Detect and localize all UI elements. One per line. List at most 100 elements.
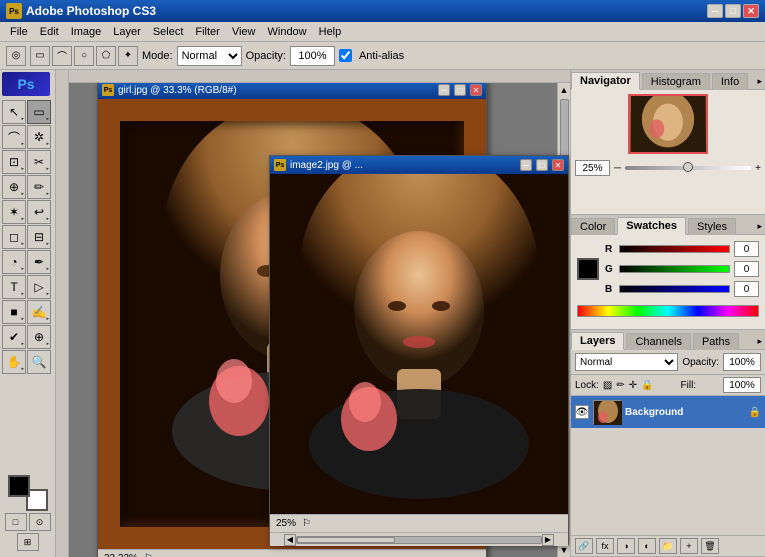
fg-bg-color-picker[interactable] [8, 475, 48, 511]
custom-shape-icon[interactable]: ✦ [118, 46, 138, 66]
menu-file[interactable]: File [4, 24, 34, 40]
tab-styles[interactable]: Styles [688, 218, 736, 235]
blue-value[interactable] [734, 281, 759, 297]
lock-transparency-icon[interactable]: ▨ [603, 380, 612, 391]
zoom-tool[interactable]: ⊕▸ [27, 325, 51, 349]
tab-paths[interactable]: Paths [693, 333, 739, 350]
color-panel-menu[interactable]: ▸ [754, 219, 765, 234]
nav-zoom-input[interactable] [575, 160, 610, 176]
doc1-maximize[interactable]: □ [454, 84, 466, 96]
layer-background-row[interactable]: 👁 Background 🔒 [571, 396, 765, 428]
type-tool[interactable]: T▸ [2, 275, 26, 299]
tool-preset-icon[interactable]: ◎ [6, 46, 26, 66]
shape-tool[interactable]: ■▸ [2, 300, 26, 324]
layer-visibility-toggle[interactable]: 👁 [575, 405, 589, 419]
tab-channels[interactable]: Channels [626, 333, 690, 350]
mode-select[interactable]: Normal Add Subtract Intersect [177, 46, 242, 66]
blue-slider[interactable] [619, 285, 730, 293]
slice-tool[interactable]: ✂▸ [27, 150, 51, 174]
lock-paint-icon[interactable]: ✏ [616, 380, 624, 391]
doc2-scroll-thumb[interactable] [297, 537, 395, 543]
layers-opacity-input[interactable] [723, 353, 761, 371]
layer-delete-btn[interactable]: 🗑 [701, 538, 719, 554]
menu-window[interactable]: Window [262, 24, 313, 40]
quick-mask-btn[interactable]: ⊙ [29, 513, 51, 531]
move-tool[interactable]: ↖▸ [2, 100, 26, 124]
menu-edit[interactable]: Edit [34, 24, 65, 40]
nav-zoom-slider[interactable] [625, 166, 751, 170]
gradient-tool[interactable]: ⊟▸ [27, 225, 51, 249]
navigator-panel-menu[interactable]: ▸ [754, 74, 765, 89]
nav-slider-thumb[interactable] [683, 162, 693, 172]
tab-color[interactable]: Color [571, 218, 615, 235]
screen-mode-btn[interactable]: ⊞ [17, 533, 39, 551]
green-value[interactable] [734, 261, 759, 277]
tab-info[interactable]: Info [712, 73, 748, 90]
tab-navigator[interactable]: Navigator [571, 72, 640, 90]
nav-zoom-minus[interactable]: ─ [614, 163, 621, 174]
layer-link-btn[interactable]: 🔗 [575, 538, 593, 554]
doc2-maximize[interactable]: □ [536, 159, 548, 171]
marquee-tool[interactable]: ▭▸ [27, 100, 51, 124]
dodge-tool[interactable]: ◔▸ [2, 250, 26, 274]
minimize-button[interactable]: ─ [707, 4, 723, 18]
doc2-scrollbar-h[interactable]: ◀ ▶ [270, 532, 568, 546]
clone-stamp-tool[interactable]: ✶▸ [2, 200, 26, 224]
doc2-canvas[interactable] [270, 174, 568, 514]
standard-mode-btn[interactable]: □ [5, 513, 27, 531]
menu-filter[interactable]: Filter [189, 24, 225, 40]
doc2-close[interactable]: ✕ [552, 159, 564, 171]
notes-tool[interactable]: ✍▸ [27, 300, 51, 324]
rect-marquee-icon[interactable]: ▭ [30, 46, 50, 66]
layers-mode-select[interactable]: Normal Multiply Screen [575, 353, 678, 371]
lasso-icon[interactable]: ⌒ [52, 46, 72, 66]
magic-wand-tool[interactable]: ✲▸ [27, 125, 51, 149]
lasso-tool[interactable]: ⌒▸ [2, 125, 26, 149]
doc2-scroll-track[interactable] [296, 536, 542, 544]
path-select-tool[interactable]: ▷▸ [27, 275, 51, 299]
doc2-scroll-left[interactable]: ◀ [284, 534, 296, 546]
menu-view[interactable]: View [226, 24, 262, 40]
menu-help[interactable]: Help [313, 24, 348, 40]
doc1-close[interactable]: ✕ [470, 84, 482, 96]
polygon-icon[interactable]: ⬠ [96, 46, 116, 66]
color-spectrum[interactable] [577, 305, 759, 317]
nav-zoom-plus[interactable]: + [755, 163, 761, 174]
red-slider[interactable] [619, 245, 730, 253]
doc2-minimize[interactable]: ─ [520, 159, 532, 171]
layer-adjustment-btn[interactable]: ◐ [638, 538, 656, 554]
healing-tool[interactable]: ⊕▸ [2, 175, 26, 199]
brush-tool[interactable]: ✏▸ [27, 175, 51, 199]
pen-tool[interactable]: ✒▸ [27, 250, 51, 274]
history-brush-tool[interactable]: ↩▸ [27, 200, 51, 224]
hand-tool[interactable]: ✋▸ [2, 350, 26, 374]
ellipse-icon[interactable]: ○ [74, 46, 94, 66]
doc1-minimize[interactable]: ─ [438, 84, 450, 96]
eyedropper-tool[interactable]: ✔▸ [2, 325, 26, 349]
vscroll-up[interactable]: ▲ [558, 83, 570, 97]
color-fg-square[interactable] [577, 258, 599, 280]
layer-new-btn[interactable]: + [680, 538, 698, 554]
layers-fill-input[interactable] [723, 377, 761, 393]
layer-fx-btn[interactable]: fx [596, 538, 614, 554]
lock-move-icon[interactable]: ✛ [629, 380, 637, 391]
layers-panel-menu[interactable]: ▸ [754, 334, 765, 349]
tab-layers[interactable]: Layers [571, 332, 624, 350]
fg-color-box[interactable] [8, 475, 30, 497]
opacity-input[interactable] [290, 46, 335, 66]
doc2-scroll-right[interactable]: ▶ [542, 534, 554, 546]
tab-swatches[interactable]: Swatches [617, 217, 686, 235]
eraser-tool[interactable]: ◻▸ [2, 225, 26, 249]
menu-select[interactable]: Select [147, 24, 190, 40]
green-slider[interactable] [619, 265, 730, 273]
lock-all-icon[interactable]: 🔒 [641, 380, 653, 391]
zoom2-tool[interactable]: 🔍 [27, 350, 51, 374]
close-button[interactable]: ✕ [743, 4, 759, 18]
menu-image[interactable]: Image [65, 24, 108, 40]
tab-histogram[interactable]: Histogram [642, 73, 710, 90]
menu-layer[interactable]: Layer [107, 24, 147, 40]
layer-folder-btn[interactable]: 📁 [659, 538, 677, 554]
maximize-button[interactable]: □ [725, 4, 741, 18]
crop-tool[interactable]: ⊡▸ [2, 150, 26, 174]
red-value[interactable] [734, 241, 759, 257]
